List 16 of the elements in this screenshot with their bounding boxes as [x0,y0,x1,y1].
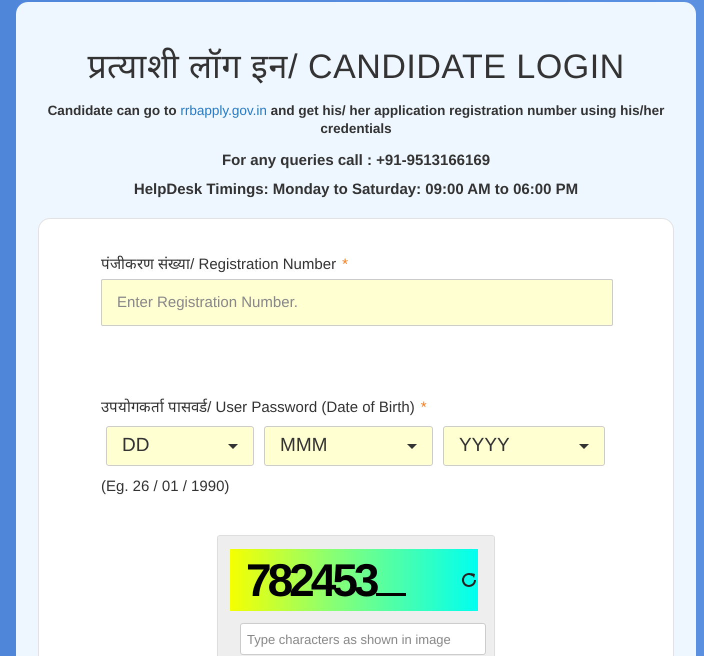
registration-field[interactable]: Enter Registration Number. [101,279,613,326]
example-text: (Eg. 26 / 01 / 1990) [101,478,230,495]
required-mark: * [342,256,348,273]
field-label: पंजीकरण संख्या/ Registration Number [101,256,336,273]
date-dropdown[interactable]: MMM [264,426,433,466]
captcha-code: 782453 [246,553,376,608]
helpdesk-timings: HelpDesk Timings: Monday to Saturday: 09:00 AM to 06:00 PM [132,181,580,198]
website-link[interactable]: rrbapply.gov.in [180,103,267,118]
info-text: Candidate can go to rrbapply.gov.in and get his/ her application registration number using his/her credentials [46,102,666,138]
helpline-text: For any queries call : +91-9513166169 [220,152,492,169]
captcha-field[interactable]: Type characters as shown in image [240,623,486,655]
date-dropdown[interactable]: DD [106,426,254,466]
date-dropdown[interactable]: YYYY [443,426,605,466]
required-mark: * [420,399,427,416]
field-label: उपयोगकर्ता पासवर्ड/ User Password (Date of Birth) [101,399,415,416]
page-title: प्रत्याशी लॉग इन/ CANDIDATE LOGIN [86,46,626,88]
